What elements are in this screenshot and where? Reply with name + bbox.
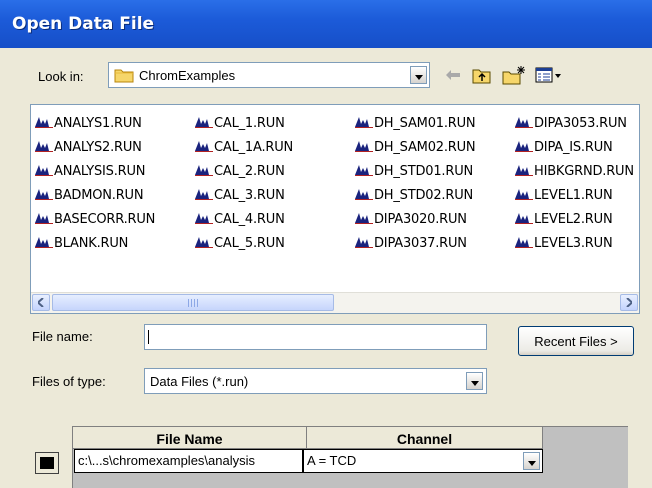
chromatogram-file-icon [195,163,214,180]
look-in-dropdown-button[interactable] [410,66,427,84]
column-header-channel[interactable]: Channel [307,427,543,449]
scroll-thumb[interactable] [52,294,334,311]
column-header-file-name[interactable]: File Name [73,427,307,449]
chromatogram-file-icon [35,115,54,132]
file-item[interactable]: BASECORR.RUN [35,207,155,231]
recent-files-button[interactable]: Recent Files > [518,326,634,356]
files-of-type-dropdown[interactable]: Data Files (*.run) [144,368,487,394]
file-item[interactable]: LEVEL1.RUN [515,183,634,207]
window-title: Open Data File [12,14,155,34]
chromatogram-file-icon [515,211,534,228]
chromatogram-file-icon [515,187,534,204]
text-caret [148,330,149,344]
file-item[interactable]: DIPA3053.RUN [515,111,634,135]
chromatogram-file-icon [355,139,374,156]
file-item[interactable]: BADMON.RUN [35,183,155,207]
chevron-down-icon [527,454,536,469]
chromatogram-file-icon [35,163,54,180]
chromatogram-file-icon [515,115,534,132]
title-bar[interactable]: Open Data File [0,0,652,48]
chromatogram-file-icon [355,115,374,132]
look-in-label: Look in: [38,69,84,84]
channel-value: A = TCD [307,453,357,468]
files-of-type-dropdown-button[interactable] [466,372,483,390]
scroll-right-button[interactable] [620,294,638,311]
file-item[interactable]: LEVEL3.RUN [515,231,634,255]
file-name-label: File name: [32,329,93,344]
file-column-3: DH_SAM01.RUN DH_SAM02.RUN DH_STD01.RUN D… [355,111,476,255]
file-name-input[interactable] [144,324,487,350]
chromatogram-file-icon [515,235,534,252]
file-item[interactable]: DIPA3020.RUN [355,207,475,231]
file-column-1: ANALYS1.RUN ANALYS2.RUN ANALYSIS.RUN BAD… [35,111,155,255]
file-item[interactable]: CAL_1A.RUN [195,135,293,159]
chromatogram-file-icon [195,139,214,156]
file-item[interactable]: CAL_1.RUN [195,111,293,135]
folder-icon [114,68,134,86]
look-in-value: ChromExamples [139,68,236,83]
file-item[interactable]: LEVEL2.RUN [515,207,634,231]
file-item[interactable]: DIPA3037.RUN [355,231,475,255]
file-item[interactable]: CAL_2.RUN [195,159,293,183]
file-item[interactable]: DH_STD01.RUN [355,159,475,183]
chevron-down-icon [470,374,479,389]
chevron-down-icon [414,68,423,83]
file-item[interactable]: CAL_3.RUN [195,183,293,207]
row-selector[interactable] [35,452,59,474]
back-arrow-icon[interactable] [442,64,464,86]
file-item[interactable]: ANALYS2.RUN [35,135,155,159]
horizontal-scrollbar[interactable] [31,292,639,313]
channel-cell[interactable]: A = TCD [303,449,543,473]
look-in-dropdown[interactable]: ChromExamples [108,62,430,88]
file-item[interactable]: ANALYSIS.RUN [35,159,155,183]
files-of-type-value: Data Files (*.run) [150,374,249,389]
grip-icon [188,299,200,307]
file-item[interactable]: DH_SAM02.RUN [355,135,476,159]
files-of-type-label: Files of type: [32,374,106,389]
file-name-cell[interactable]: c:\...s\chromexamples\analysis [74,449,303,473]
file-item[interactable]: BLANK.RUN [35,231,155,255]
row-indicator-icon [40,457,54,469]
chromatogram-file-icon [355,163,374,180]
file-item[interactable]: DH_STD02.RUN [355,183,475,207]
new-folder-icon[interactable] [500,64,528,86]
chromatogram-file-icon [195,187,214,204]
file-item[interactable]: CAL_4.RUN [195,207,293,231]
file-item[interactable]: DH_SAM01.RUN [355,111,476,135]
file-column-2: CAL_1.RUN CAL_1A.RUN CAL_2.RUN CAL_3.RUN… [195,111,293,255]
chromatogram-file-icon [515,163,534,180]
channel-dropdown-button[interactable] [523,452,540,470]
file-list[interactable]: ANALYS1.RUN ANALYS2.RUN ANALYSIS.RUN BAD… [30,104,640,314]
chromatogram-file-icon [355,187,374,204]
chromatogram-file-icon [195,115,214,132]
chromatogram-file-icon [35,139,54,156]
chromatogram-file-icon [355,235,374,252]
file-item[interactable]: ANALYS1.RUN [35,111,155,135]
chromatogram-file-icon [355,211,374,228]
chromatogram-file-icon [195,235,214,252]
chromatogram-file-icon [515,139,534,156]
file-channel-grid[interactable]: File Name Channel c:\...s\chromexamples\… [72,426,628,488]
up-folder-icon[interactable] [470,64,494,86]
chevron-left-icon [36,295,44,310]
view-menu-icon[interactable] [534,64,564,86]
chromatogram-file-icon [35,211,54,228]
chromatogram-file-icon [35,187,54,204]
chromatogram-file-icon [35,235,54,252]
chromatogram-file-icon [195,211,214,228]
scroll-left-button[interactable] [32,294,50,311]
file-column-4: DIPA3053.RUN DIPA_IS.RUN HIBKGRND.RUN LE… [515,111,634,255]
file-item[interactable]: HIBKGRND.RUN [515,159,634,183]
file-item[interactable]: CAL_5.RUN [195,231,293,255]
chevron-right-icon [626,295,634,310]
file-item[interactable]: DIPA_IS.RUN [515,135,634,159]
